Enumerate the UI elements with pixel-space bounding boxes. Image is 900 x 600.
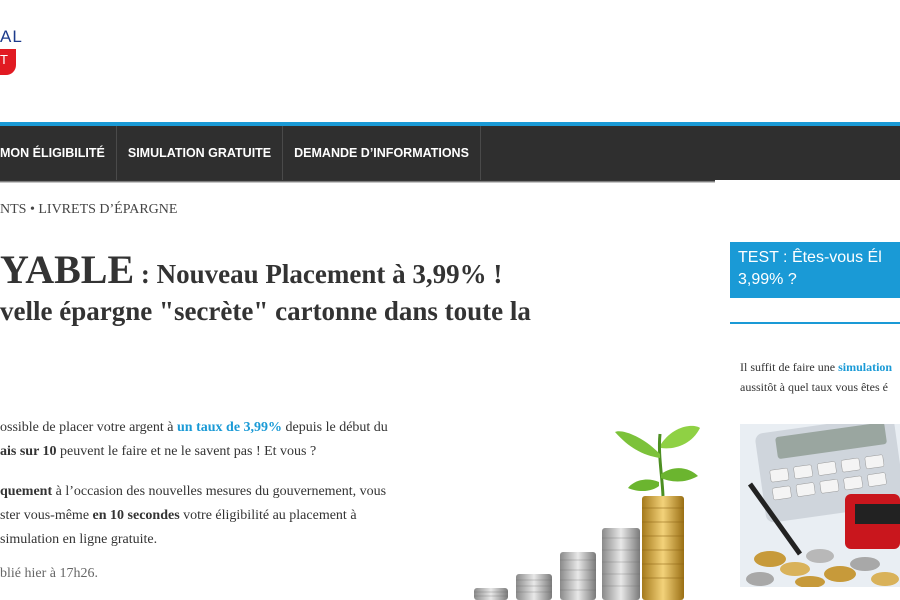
calculator-coins-image xyxy=(740,424,900,587)
published-date: blié hier à 17h26. xyxy=(0,566,98,581)
paragraph-1-line-2: ais sur 10 peuvent le faire et ne le sav… xyxy=(0,440,420,464)
bold-text: quement xyxy=(0,484,53,499)
bold-text: en 10 secondes xyxy=(92,508,180,523)
logo-text: AL xyxy=(0,27,23,46)
article-title: YABLE : Nouveau Placement à 3,99% ! xyxy=(0,247,700,293)
paragraph-2-line-1: quement à l’occasion des nouvelles mesur… xyxy=(0,480,420,504)
bold-text: ais sur 10 xyxy=(0,444,57,459)
sidebar-text-line-2: aussitôt à quel taux vous êtes é xyxy=(740,380,888,394)
main-nav: MON ÉLIGIBILITÉ SIMULATION GRATUITE DEMA… xyxy=(0,126,900,180)
nav-item-simulation[interactable]: SIMULATION GRATUITE xyxy=(117,126,284,180)
text-span: peuvent le faire et ne le savent pas ! E… xyxy=(56,444,317,459)
article-title-rest: : Nouveau Placement à 3,99% ! xyxy=(134,259,503,289)
text-span: à l’occasion des nouvelles mesures du go… xyxy=(52,484,387,499)
logo-badge-text: T xyxy=(0,52,8,67)
logo-badge: T xyxy=(0,49,16,75)
sidebar-test-banner[interactable]: TEST : Êtes-vous Él 3,99% ? xyxy=(730,242,900,298)
article-title-big: YABLE xyxy=(0,247,135,292)
paragraph-2-line-3: simulation en ligne gratuite. xyxy=(0,532,158,547)
text-span: depuis le début du xyxy=(282,420,388,435)
text-span: Il suffit de faire une xyxy=(740,360,839,374)
nav-item-eligibilite[interactable]: MON ÉLIGIBILITÉ xyxy=(0,126,117,180)
text-span: ster vous-même xyxy=(0,508,93,523)
site-logo[interactable]: AL T xyxy=(0,27,23,77)
rate-link[interactable]: un taux de 3,99% xyxy=(177,420,282,435)
text-span: votre éligibilité au placement à xyxy=(179,508,357,523)
sidebar-text-line-1: Il suffit de faire une simulation xyxy=(740,357,900,377)
paragraph-2-line-2: ster vous-même en 10 secondes votre élig… xyxy=(0,504,420,528)
sidebar-divider xyxy=(730,322,900,324)
article-title-line2: velle épargne "secrète" cartonne dans to… xyxy=(0,296,531,326)
nav-shadow xyxy=(0,180,715,183)
sidebar-text: Il suffit de faire une simulation aussit… xyxy=(740,357,900,397)
text-span: ossible de placer votre argent à xyxy=(0,420,178,435)
paragraph-1-line-1: ossible de placer votre argent à un taux… xyxy=(0,416,420,440)
breadcrumb[interactable]: NTS • LIVRETS D’ÉPARGNE xyxy=(0,202,177,218)
article-body: ossible de placer votre argent à un taux… xyxy=(0,416,420,552)
simulation-link[interactable]: simulation xyxy=(838,360,892,374)
coins-plant-illustration xyxy=(474,425,700,600)
nav-item-informations[interactable]: DEMANDE D’INFORMATIONS xyxy=(283,126,481,180)
